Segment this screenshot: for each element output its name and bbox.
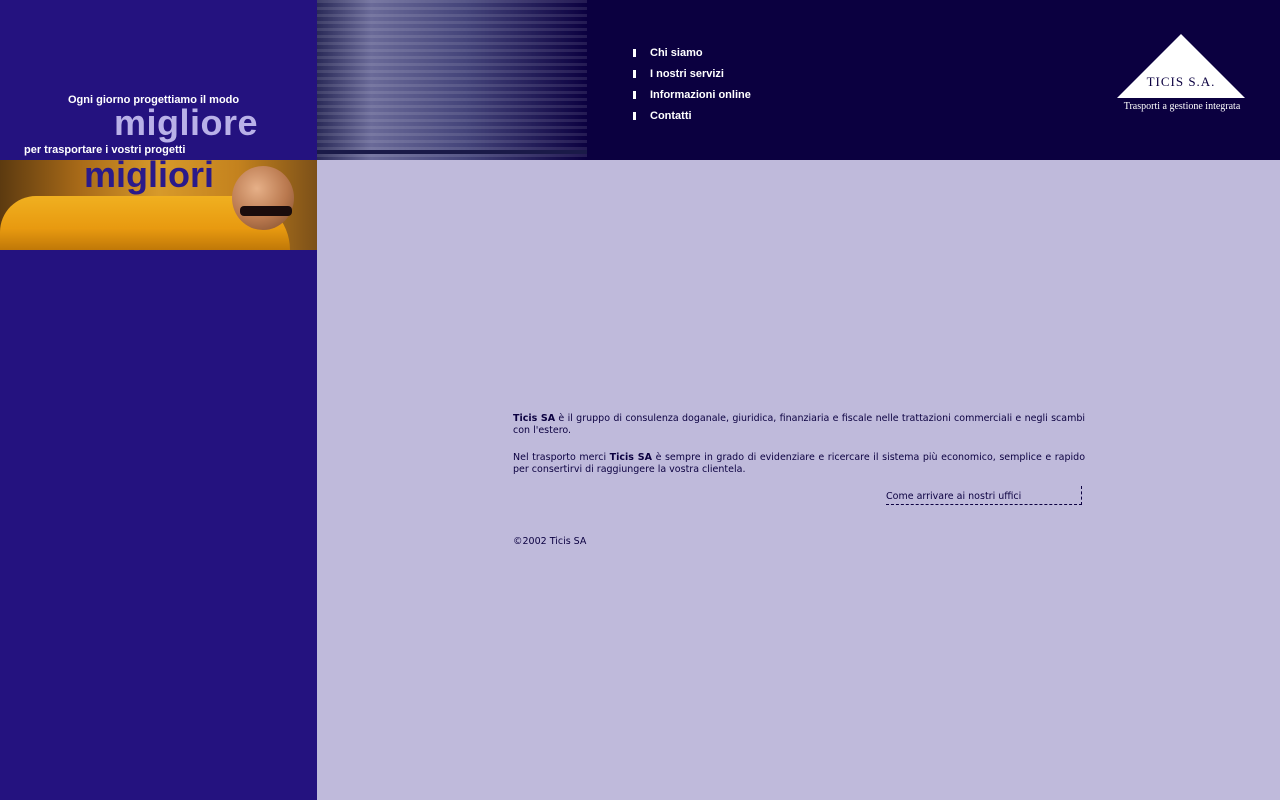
company-logo[interactable]: TICIS S.A. Trasporti a gestione integrat… (1112, 34, 1252, 116)
nav-item-contatti[interactable]: Contatti (632, 105, 832, 126)
nav-bullet-icon (633, 48, 636, 57)
slogan-line-2: per trasportare i vostri progetti (24, 144, 186, 156)
hero-photo: migliori (0, 160, 317, 250)
main-nav: Chi siamo I nostri servizi Informazioni … (632, 42, 832, 126)
main-content: Ticis SA è il gruppo di consulenza dogan… (513, 413, 1085, 547)
hero-figure-sunglasses (240, 206, 292, 216)
company-name: Ticis SA (609, 452, 652, 463)
transport-paragraph: Nel trasporto merci Ticis SA è sempre in… (513, 452, 1085, 476)
logo-tagline: Trasporti a gestione integrata (1123, 101, 1241, 112)
hero-figure-head (232, 166, 294, 230)
nav-label: Informazioni online (650, 88, 751, 101)
nav-bullet-icon (633, 90, 636, 99)
transport-prefix: Nel trasporto merci (513, 452, 610, 463)
nav-bullet-icon (633, 69, 636, 78)
slogan-word-migliore: migliore (114, 102, 259, 143)
nav-item-servizi[interactable]: I nostri servizi (632, 63, 832, 84)
nav-label: Chi siamo (650, 46, 703, 59)
header-motion-image (317, 0, 587, 160)
company-name: Ticis SA (513, 413, 556, 424)
nav-bullet-icon (633, 111, 636, 120)
nav-item-informazioni[interactable]: Informazioni online (632, 84, 832, 105)
intro-paragraph: Ticis SA è il gruppo di consulenza dogan… (513, 413, 1085, 437)
directions-link[interactable]: Come arrivare ai nostri uffici (886, 486, 1082, 505)
nav-item-chi-siamo[interactable]: Chi siamo (632, 42, 832, 63)
logo-name: TICIS S.A. (1146, 74, 1216, 89)
nav-label: Contatti (650, 109, 692, 122)
slogan-word-migliori: migliori (84, 160, 215, 195)
nav-label: I nostri servizi (650, 67, 724, 80)
directions-link-label: Come arrivare ai nostri uffici (886, 491, 1022, 502)
copyright: ©2002 Ticis SA (513, 536, 587, 547)
intro-text: è il gruppo di consulenza doganale, giur… (513, 413, 1086, 436)
